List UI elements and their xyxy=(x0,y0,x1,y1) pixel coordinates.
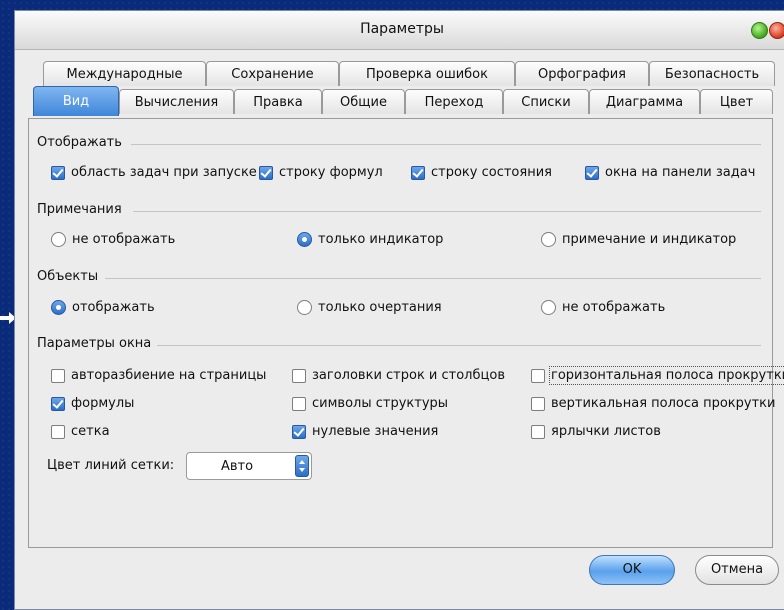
checkbox-label: сетка xyxy=(71,424,110,439)
checkbox-taskpane-startup[interactable]: область задач при запуске xyxy=(51,165,257,180)
tab-security[interactable]: Безопасность xyxy=(649,61,775,86)
radio-circle xyxy=(541,300,556,315)
checkbox-label: окна на панели задач xyxy=(605,165,756,180)
radio-comments-indicator-only[interactable]: только индикатор xyxy=(297,232,443,247)
checkbox-formulas[interactable]: формулы xyxy=(51,396,134,411)
checkbox-box xyxy=(531,368,545,383)
tab-view[interactable]: Вид xyxy=(33,86,119,116)
checkbox-box xyxy=(292,396,306,411)
radio-label: не отображать xyxy=(72,232,176,247)
group-title-comments: Примечания xyxy=(37,202,122,217)
checkbox-box xyxy=(292,368,306,383)
radio-objects-show[interactable]: отображать xyxy=(51,300,155,315)
group-title-window-options: Параметры окна xyxy=(37,336,152,351)
close-button[interactable] xyxy=(769,22,784,39)
group-divider xyxy=(133,211,761,212)
radio-circle xyxy=(297,300,312,315)
checkbox-outline-symbols[interactable]: символы структуры xyxy=(292,396,448,411)
window-title: Параметры xyxy=(360,21,444,37)
radio-comments-and-indicator[interactable]: примечание и индикатор xyxy=(541,232,736,247)
checkbox-row-column-headers[interactable]: заголовки строк и столбцов xyxy=(292,368,505,383)
checkbox-label: область задач при запуске xyxy=(71,165,257,180)
checkbox-box xyxy=(585,165,599,180)
checkbox-vertical-scrollbar[interactable]: вертикальная полоса прокрутки xyxy=(531,396,775,411)
radio-label: только очертания xyxy=(318,300,442,315)
title-bar: Параметры xyxy=(15,11,784,50)
checkbox-box xyxy=(51,165,65,180)
checkbox-box xyxy=(411,165,425,180)
checkbox-label: нулевые значения xyxy=(312,424,439,439)
checkbox-label: ярлычки листов xyxy=(551,424,661,439)
tab-edit[interactable]: Правка xyxy=(234,89,322,114)
view-tab-panel: Отображать область задач при запуске стр… xyxy=(28,118,784,548)
tab-color[interactable]: Цвет xyxy=(700,89,773,114)
tab-spelling[interactable]: Орфография xyxy=(515,61,649,86)
gridline-color-value: Авто xyxy=(221,459,254,474)
ok-button[interactable]: OK xyxy=(589,555,675,585)
group-divider xyxy=(105,278,761,279)
tab-error-checking[interactable]: Проверка ошибок xyxy=(339,61,515,86)
checkbox-sheet-tabs[interactable]: ярлычки листов xyxy=(531,424,661,439)
radio-label: только индикатор xyxy=(318,232,444,247)
checkbox-box xyxy=(531,396,545,411)
tab-calculation[interactable]: Вычисления xyxy=(119,89,234,114)
group-title-objects: Объекты xyxy=(37,269,99,284)
checkbox-label: строку состояния xyxy=(431,165,552,180)
checkbox-label: авторазбиение на страницы xyxy=(71,368,267,383)
tab-lists[interactable]: Списки xyxy=(503,89,589,114)
checkbox-formula-bar[interactable]: строку формул xyxy=(259,165,383,180)
tab-general[interactable]: Общие xyxy=(322,89,405,114)
checkbox-zero-values[interactable]: нулевые значения xyxy=(292,424,438,439)
checkbox-auto-page-breaks[interactable]: авторазбиение на страницы xyxy=(51,368,266,383)
cancel-button[interactable]: Отмена xyxy=(695,555,779,585)
radio-label: примечание и индикатор xyxy=(562,232,737,247)
checkbox-box xyxy=(51,396,65,411)
radio-label: не отображать xyxy=(562,300,666,315)
checkbox-label: вертикальная полоса прокрутки xyxy=(551,396,776,411)
radio-objects-hide[interactable]: не отображать xyxy=(541,300,665,315)
group-divider xyxy=(131,144,761,145)
checkbox-box xyxy=(259,165,273,180)
group-title-show: Отображать xyxy=(37,135,122,150)
stepper-arrows-icon[interactable] xyxy=(295,455,309,477)
checkbox-label: строку формул xyxy=(279,165,383,180)
checkbox-label: заголовки строк и столбцов xyxy=(312,368,505,383)
gridline-color-label: Цвет линий сетки: xyxy=(47,458,175,473)
radio-objects-outlines[interactable]: только очертания xyxy=(297,300,442,315)
radio-circle xyxy=(51,232,66,247)
radio-comments-none[interactable]: не отображать xyxy=(51,232,175,247)
checkbox-box xyxy=(51,368,65,383)
checkbox-horizontal-scrollbar[interactable]: горизонтальная полоса прокрутки xyxy=(531,366,784,385)
checkbox-gridlines[interactable]: сетка xyxy=(51,424,110,439)
checkbox-box xyxy=(51,424,65,439)
radio-circle xyxy=(541,232,556,247)
checkbox-label: горизонтальная полоса прокрутки xyxy=(548,366,784,385)
gridline-color-select[interactable]: Авто xyxy=(186,452,312,480)
checkbox-box xyxy=(531,424,545,439)
radio-circle xyxy=(51,300,66,315)
tab-save[interactable]: Сохранение xyxy=(206,61,339,86)
group-divider xyxy=(157,345,761,346)
options-dialog: Параметры Международные Сохранение Прове… xyxy=(14,10,784,610)
checkbox-status-bar[interactable]: строку состояния xyxy=(411,165,552,180)
checkbox-box xyxy=(292,424,306,439)
tab-transition[interactable]: Переход xyxy=(405,89,503,114)
radio-label: отображать xyxy=(72,300,155,315)
checkbox-label: символы структуры xyxy=(312,396,449,411)
checkbox-windows-in-taskbar[interactable]: окна на панели задач xyxy=(585,165,755,180)
zoom-button[interactable] xyxy=(751,22,768,39)
checkbox-label: формулы xyxy=(71,396,135,411)
tab-chart[interactable]: Диаграмма xyxy=(589,89,700,114)
radio-circle xyxy=(297,232,312,247)
tab-international[interactable]: Международные xyxy=(43,61,206,86)
